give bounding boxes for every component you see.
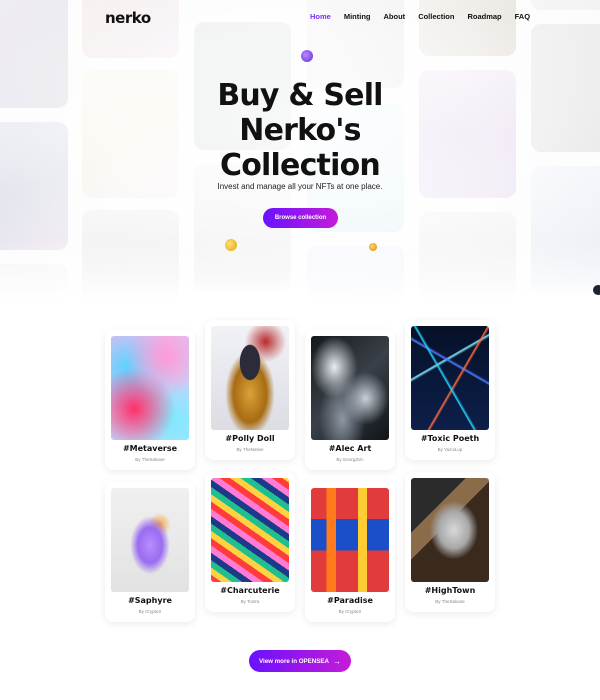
nft-artwork-toxic-poeth	[411, 326, 489, 430]
nft-artwork-paradise	[311, 488, 389, 592]
nav-item-roadmap[interactable]: Roadmap	[467, 12, 501, 21]
nft-artwork-polly-doll	[211, 326, 289, 430]
hero-headline: Buy & Sell Nerko's Collection	[180, 78, 420, 183]
nav-item-faq[interactable]: FAQ	[515, 12, 530, 21]
hero-fade-bottom	[0, 240, 600, 300]
nft-title: #Paradise	[327, 596, 373, 605]
nft-card-toxic-poeth[interactable]: #Toxic Poeth By YazoiLup	[405, 320, 495, 460]
nft-artwork-saphyre	[111, 488, 189, 592]
nft-creator: By CryptoX	[138, 609, 162, 614]
opensea-button-label: View more in OPENSEA	[258, 657, 330, 665]
brand-logo[interactable]: nerko	[105, 9, 151, 27]
nft-artwork-charcuterie	[211, 478, 289, 582]
nft-title: #Charcuterie	[220, 586, 280, 595]
nft-creator: By TheSalvare	[135, 457, 165, 462]
nft-creator: By CryptoX	[338, 609, 362, 614]
nav-item-collection[interactable]: Collection	[418, 12, 454, 21]
nft-title: #Polly Doll	[225, 434, 275, 443]
nft-title: #Saphyre	[128, 596, 172, 605]
page: nerko Home Minting About Collection Road…	[0, 0, 600, 700]
nft-card-alec-art[interactable]: #Alec Art By GeorgZvic	[305, 330, 395, 470]
view-more-opensea-button[interactable]: View more in OPENSEA →	[249, 650, 351, 672]
nft-card-hightown[interactable]: #HighTown By TheSalvare	[405, 472, 495, 612]
nft-card-charcuterie[interactable]: #Charcuterie By Toxtra	[205, 472, 295, 612]
hero-headline-line-1: Buy & Sell	[217, 78, 383, 113]
hero-subline: Invest and manage all your NFTs at one p…	[217, 182, 383, 191]
nft-creator: By GeorgZvic	[336, 457, 364, 462]
nft-card-saphyre[interactable]: #Saphyre By CryptoX	[105, 482, 195, 622]
nft-title: #Alec Art	[328, 444, 372, 453]
nav-item-minting[interactable]: Minting	[344, 12, 371, 21]
hero-headline-line-3: Collection	[220, 148, 381, 183]
nav-menu: Home Minting About Collection Roadmap FA…	[310, 12, 530, 21]
nft-creator: By TheNative	[236, 447, 264, 452]
nft-title: #HighTown	[424, 586, 476, 595]
nft-artwork-metaverse	[111, 336, 189, 440]
nft-artwork-hightown	[411, 478, 489, 582]
nav-item-about[interactable]: About	[384, 12, 406, 21]
dark-orb-decoration	[593, 285, 600, 295]
nft-title: #Toxic Poeth	[420, 434, 480, 443]
nft-card-polly-doll[interactable]: #Polly Doll By TheNative	[205, 320, 295, 460]
nft-card-metaverse[interactable]: #Metaverse By TheSalvare	[105, 330, 195, 470]
nft-title: #Metaverse	[122, 444, 178, 453]
navbar: nerko Home Minting About Collection Road…	[0, 0, 600, 34]
hero-headline-line-2: Nerko's	[239, 113, 361, 148]
nft-creator: By Toxtra	[240, 599, 260, 604]
gold-coin-decoration	[225, 239, 237, 251]
nav-item-home[interactable]: Home	[310, 12, 331, 21]
gold-coin-small-decoration	[369, 243, 377, 251]
purple-orb-decoration	[301, 50, 313, 62]
arrow-right-icon: →	[333, 656, 342, 666]
nft-creator: By TheSalvare	[435, 599, 465, 604]
hero-section: nerko Home Minting About Collection Road…	[0, 0, 600, 300]
nft-creator: By YazoiLup	[437, 447, 463, 452]
browse-collection-button[interactable]: Browse collection	[263, 208, 338, 228]
nft-card-paradise[interactable]: #Paradise By CryptoX	[305, 482, 395, 622]
nft-artwork-alec-art	[311, 336, 389, 440]
